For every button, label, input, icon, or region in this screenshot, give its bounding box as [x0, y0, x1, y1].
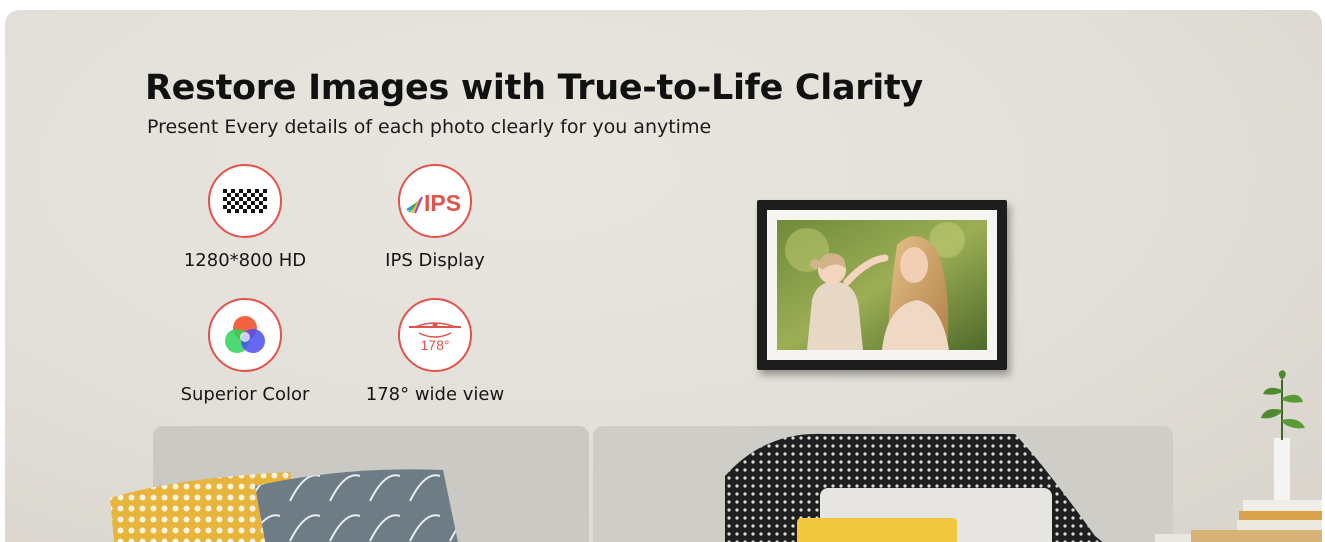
feature-color-label: Superior Color — [180, 384, 310, 405]
feature-color: Superior Color — [165, 298, 325, 405]
feature-resolution: 1280*800 HD — [165, 164, 325, 271]
checkerboard-icon — [223, 189, 267, 213]
frame-mat — [767, 210, 997, 360]
potted-plant — [1261, 370, 1305, 500]
feature-resolution-badge — [208, 164, 282, 238]
feature-wide-view-label: 178° wide view — [365, 384, 505, 405]
digital-photo-frame — [757, 200, 1007, 370]
feature-ips-badge: IPS — [398, 164, 472, 238]
ips-logo-text: IPS — [424, 190, 461, 216]
family-photo — [777, 220, 987, 350]
rgb-circles-icon — [225, 316, 265, 353]
book-stack — [1191, 500, 1322, 542]
feature-color-badge — [208, 298, 282, 372]
feature-wide-view: 178° 178° wide view — [355, 298, 515, 405]
subheadline: Present Every details of each photo clea… — [147, 116, 712, 138]
sofa-illustration — [110, 426, 1322, 542]
viewing-angle-icon: 178° — [409, 322, 461, 353]
feature-wide-view-badge: 178° — [398, 298, 472, 372]
viewing-angle-text: 178° — [421, 337, 450, 353]
ips-logo-icon: IPS — [406, 190, 461, 216]
headline: Restore Images with True-to-Life Clarity — [145, 68, 923, 108]
feature-ips-label: IPS Display — [385, 250, 485, 271]
feature-resolution-label: 1280*800 HD — [183, 250, 307, 271]
product-banner: Restore Images with True-to-Life Clarity… — [5, 10, 1322, 542]
feature-ips: IPS IPS Display — [355, 164, 515, 271]
